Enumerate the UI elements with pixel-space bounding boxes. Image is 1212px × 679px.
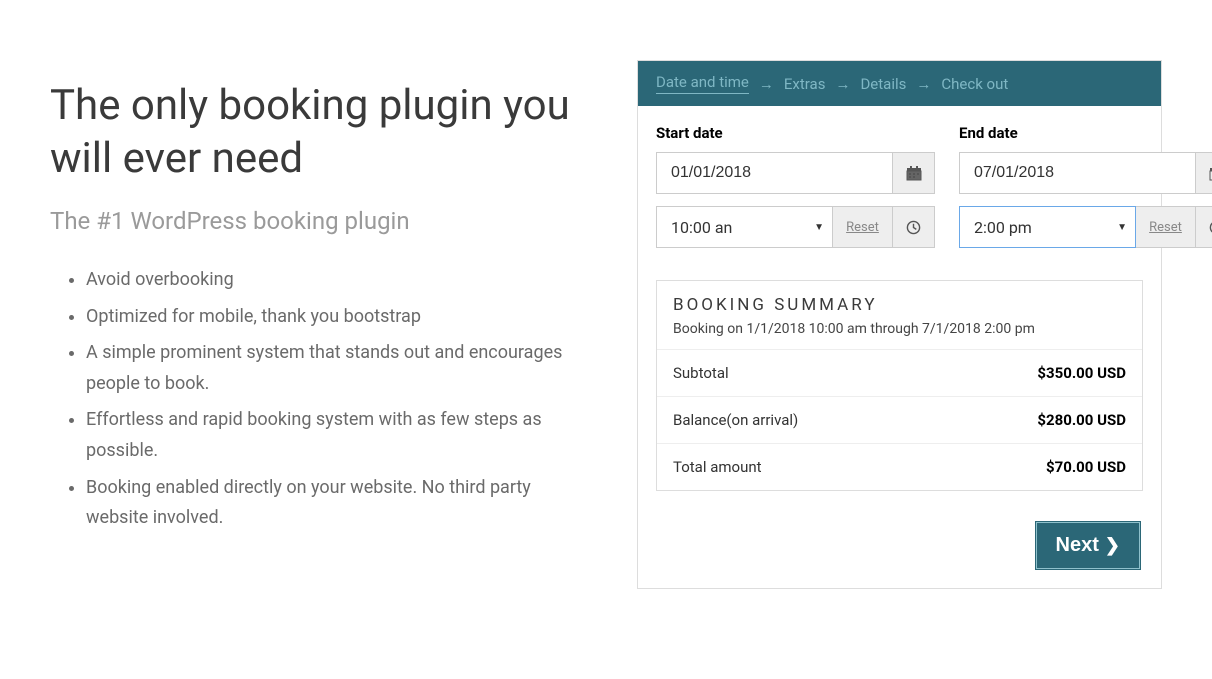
list-item: Optimized for mobile, thank you bootstra… <box>86 302 587 333</box>
summary-label: Balance(on arrival) <box>673 411 798 429</box>
end-time-reset-button[interactable]: Reset <box>1136 206 1196 248</box>
arrow-right-icon: → <box>835 75 850 93</box>
calendar-icon[interactable] <box>1196 152 1212 194</box>
clock-icon[interactable] <box>893 206 935 248</box>
step-check-out[interactable]: Check out <box>941 75 1008 93</box>
chevron-down-icon: ▼ <box>814 222 824 233</box>
step-extras[interactable]: Extras <box>784 75 826 93</box>
chevron-down-icon: ▼ <box>1117 222 1127 233</box>
arrow-right-icon: → <box>759 75 774 93</box>
list-item: Avoid overbooking <box>86 265 587 296</box>
next-button[interactable]: Next ❯ <box>1035 521 1141 570</box>
summary-row: Subtotal $350.00 USD <box>657 350 1142 397</box>
step-date-and-time[interactable]: Date and time <box>656 73 749 94</box>
summary-label: Subtotal <box>673 364 729 382</box>
summary-row: Total amount $70.00 USD <box>657 444 1142 490</box>
list-item: Effortless and rapid booking system with… <box>86 405 587 466</box>
step-details[interactable]: Details <box>860 75 906 93</box>
start-time-value: 10:00 an <box>671 218 808 237</box>
summary-label: Total amount <box>673 458 762 476</box>
summary-subtitle: Booking on 1/1/2018 10:00 am through 7/1… <box>673 321 1126 337</box>
summary-title: BOOKING SUMMARY <box>673 295 1126 315</box>
calendar-icon[interactable] <box>893 152 935 194</box>
hero-title: The only booking plugin you will ever ne… <box>50 80 587 185</box>
next-button-label: Next <box>1056 534 1099 557</box>
summary-value: $350.00 USD <box>1037 364 1126 382</box>
end-date-input[interactable] <box>959 152 1196 194</box>
end-time-value: 2:00 pm <box>974 218 1111 237</box>
start-time-select[interactable]: 10:00 an ▼ <box>656 206 833 248</box>
list-item: A simple prominent system that stands ou… <box>86 338 587 399</box>
summary-row: Balance(on arrival) $280.00 USD <box>657 397 1142 444</box>
start-time-reset-button[interactable]: Reset <box>833 206 893 248</box>
start-date-label: Start date <box>656 124 935 142</box>
end-time-select[interactable]: 2:00 pm ▼ <box>959 206 1136 248</box>
hero-subtitle: The #1 WordPress booking plugin <box>50 207 587 235</box>
summary-value: $280.00 USD <box>1037 411 1126 429</box>
start-date-input[interactable] <box>656 152 893 194</box>
clock-icon[interactable] <box>1196 206 1212 248</box>
booking-widget: Date and time → Extras → Details → Check… <box>637 60 1162 589</box>
feature-list: Avoid overbooking Optimized for mobile, … <box>50 265 587 534</box>
list-item: Booking enabled directly on your website… <box>86 473 587 534</box>
summary-value: $70.00 USD <box>1046 458 1126 476</box>
end-date-label: End date <box>959 124 1212 142</box>
booking-summary: BOOKING SUMMARY Booking on 1/1/2018 10:0… <box>656 280 1143 491</box>
chevron-right-icon: ❯ <box>1105 535 1120 556</box>
arrow-right-icon: → <box>916 75 931 93</box>
steps-bar: Date and time → Extras → Details → Check… <box>638 61 1161 106</box>
